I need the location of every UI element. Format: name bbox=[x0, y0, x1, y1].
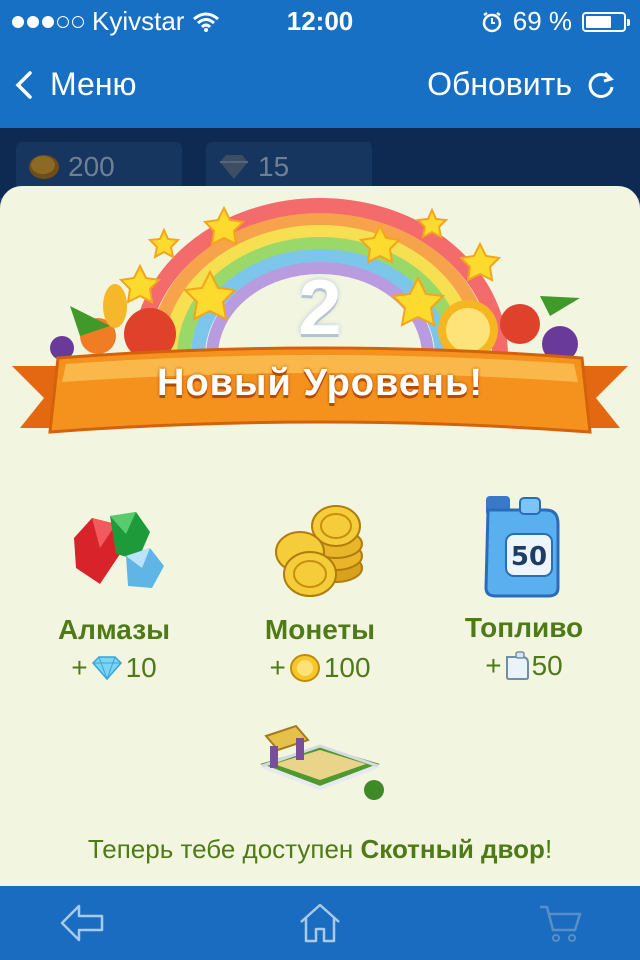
battery-icon bbox=[582, 11, 630, 32]
reward-diamonds: Алмазы + 10 bbox=[14, 614, 214, 684]
unlock-building-name: Скотный двор bbox=[360, 834, 545, 864]
reward-coins-amount: + 100 bbox=[220, 652, 420, 684]
level-banner-title: Новый Уровень! bbox=[157, 362, 483, 404]
barnyard-image bbox=[260, 724, 384, 800]
back-arrow-icon bbox=[60, 904, 104, 942]
refresh-label: Обновить bbox=[427, 66, 572, 102]
home-tab-button[interactable] bbox=[290, 898, 350, 948]
coins-reward-image bbox=[275, 505, 363, 597]
bottom-tab-bar bbox=[0, 886, 640, 960]
fuel-canister-label: 50 bbox=[511, 542, 547, 572]
reward-diamonds-plus: + bbox=[71, 652, 88, 683]
fuel-canister-icon bbox=[505, 651, 529, 680]
reward-fuel-amount: + 50 bbox=[424, 650, 624, 682]
coin-balance-value: 200 bbox=[68, 151, 115, 182]
coin-icon bbox=[29, 155, 59, 179]
reward-fuel-name: Топливо bbox=[464, 612, 584, 643]
reward-fuel-plus: + bbox=[485, 650, 502, 681]
status-right: 69 % bbox=[481, 6, 630, 37]
fuel-reward-image: 50 bbox=[484, 496, 560, 598]
cart-tab-button[interactable] bbox=[530, 898, 590, 948]
reward-diamonds-name: Алмазы bbox=[57, 614, 171, 645]
diamonds-reward-image bbox=[74, 512, 164, 588]
reward-diamonds-value: 10 bbox=[125, 652, 157, 683]
reward-fuel: Топливо + 50 bbox=[424, 612, 624, 682]
reward-diamonds-amount: + 10 bbox=[14, 652, 214, 684]
diamond-balance-value: 15 bbox=[258, 151, 290, 182]
unlock-suffix: ! bbox=[544, 834, 553, 864]
menu-back-label: Меню bbox=[50, 66, 137, 102]
coin-balance: 200 bbox=[16, 142, 182, 192]
coin-icon bbox=[289, 654, 320, 682]
unlock-prefix: Теперь тебе доступен bbox=[87, 834, 361, 864]
reward-fuel-value: 50 bbox=[531, 650, 563, 681]
reward-coins-value: 100 bbox=[323, 652, 371, 683]
status-bar: Kyivstar 12:00 69 % bbox=[0, 0, 640, 40]
cart-icon bbox=[540, 905, 582, 942]
navigation-bar: Меню Обновить bbox=[0, 40, 640, 128]
menu-back-button[interactable]: Меню bbox=[14, 66, 136, 103]
diamond-balance: 15 bbox=[206, 142, 372, 192]
refresh-icon bbox=[588, 71, 614, 98]
back-tab-button[interactable] bbox=[52, 898, 112, 948]
reward-coins: Монеты + 100 bbox=[220, 614, 420, 684]
home-icon bbox=[300, 903, 340, 943]
alarm-icon bbox=[482, 11, 501, 32]
reward-coins-name: Монеты bbox=[264, 614, 376, 645]
reward-coins-plus: + bbox=[269, 652, 286, 683]
chevron-left-icon bbox=[15, 70, 32, 99]
battery-percent: 69 % bbox=[512, 6, 572, 36]
diamond-icon bbox=[220, 155, 248, 179]
diamond-icon bbox=[91, 656, 122, 681]
unlock-message: Теперь тебе доступен Скотный двор! bbox=[0, 834, 640, 865]
refresh-button[interactable]: Обновить bbox=[427, 66, 616, 103]
